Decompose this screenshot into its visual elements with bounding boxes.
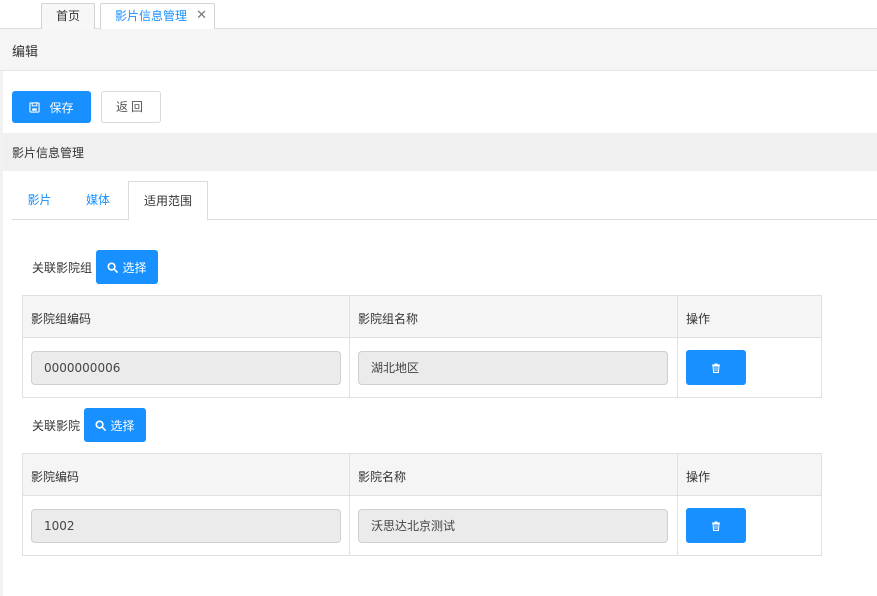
- choose-label: 选择: [110, 418, 135, 433]
- delete-button[interactable]: [686, 508, 746, 543]
- tab-scope[interactable]: 适用范围: [128, 181, 208, 221]
- tab-home[interactable]: 首页: [41, 3, 95, 29]
- cinema-code-field: 1002: [31, 509, 341, 543]
- save-button-label: 保存: [49, 100, 74, 115]
- column-header: 操作: [686, 312, 711, 326]
- trash-icon: [712, 363, 720, 373]
- table-row: 0000000006 湖北地区: [23, 338, 821, 397]
- back-button[interactable]: 返回: [101, 91, 161, 123]
- top-tab-bar: 首页 影片信息管理 ✕: [0, 0, 877, 30]
- cinema-group-code-field: 0000000006: [31, 351, 341, 385]
- page-title: 编辑: [12, 45, 39, 60]
- tab-film[interactable]: 影片: [12, 181, 67, 220]
- tab-media[interactable]: 媒体: [70, 181, 126, 220]
- cinema-group-label: 关联影院组: [32, 261, 93, 275]
- cinema-name-field: 沃思达北京测试: [358, 509, 668, 543]
- section-title: 影片信息管理: [12, 146, 85, 160]
- close-icon[interactable]: ✕: [196, 4, 207, 28]
- search-icon: [107, 261, 119, 273]
- delete-button[interactable]: [686, 350, 746, 385]
- column-header: 影院名称: [358, 470, 407, 484]
- column-header: 影院组编码: [31, 312, 92, 326]
- section-header: 影片信息管理: [3, 133, 877, 171]
- cinema-label: 关联影院: [32, 419, 81, 433]
- table-row: 1002 沃思达北京测试: [23, 496, 821, 555]
- save-icon: [29, 101, 41, 113]
- tab-bar: 影片 媒体 适用范围: [12, 181, 877, 221]
- save-button[interactable]: 保存: [12, 91, 91, 123]
- cinema-group-table: 影院组编码 影院组名称 操作 0000000006 湖北地区: [22, 295, 822, 398]
- column-header: 操作: [686, 470, 711, 484]
- choose-cinema-group-button[interactable]: 选择: [96, 250, 158, 284]
- page: 首页 影片信息管理 ✕ 编辑 保存 返回 影片信息管理 影片 媒体 适用范围 关…: [0, 0, 877, 596]
- trash-icon: [712, 521, 720, 531]
- choose-label: 选择: [122, 260, 147, 275]
- choose-cinema-button[interactable]: 选择: [84, 408, 146, 442]
- tab-film-info-label: 影片信息管理: [115, 9, 188, 23]
- table-header: 影院组编码 影院组名称 操作: [23, 296, 821, 338]
- cinema-table: 影院编码 影院名称 操作 1002 沃思达北京测试: [22, 453, 822, 556]
- column-header: 影院编码: [31, 470, 80, 484]
- tab-film-info[interactable]: 影片信息管理 ✕: [100, 3, 215, 30]
- edit-header: 编辑: [0, 29, 877, 71]
- cinema-group-name-field: 湖北地区: [358, 351, 668, 385]
- search-icon: [95, 419, 107, 431]
- table-header: 影院编码 影院名称 操作: [23, 454, 821, 496]
- column-header: 影院组名称: [358, 312, 419, 326]
